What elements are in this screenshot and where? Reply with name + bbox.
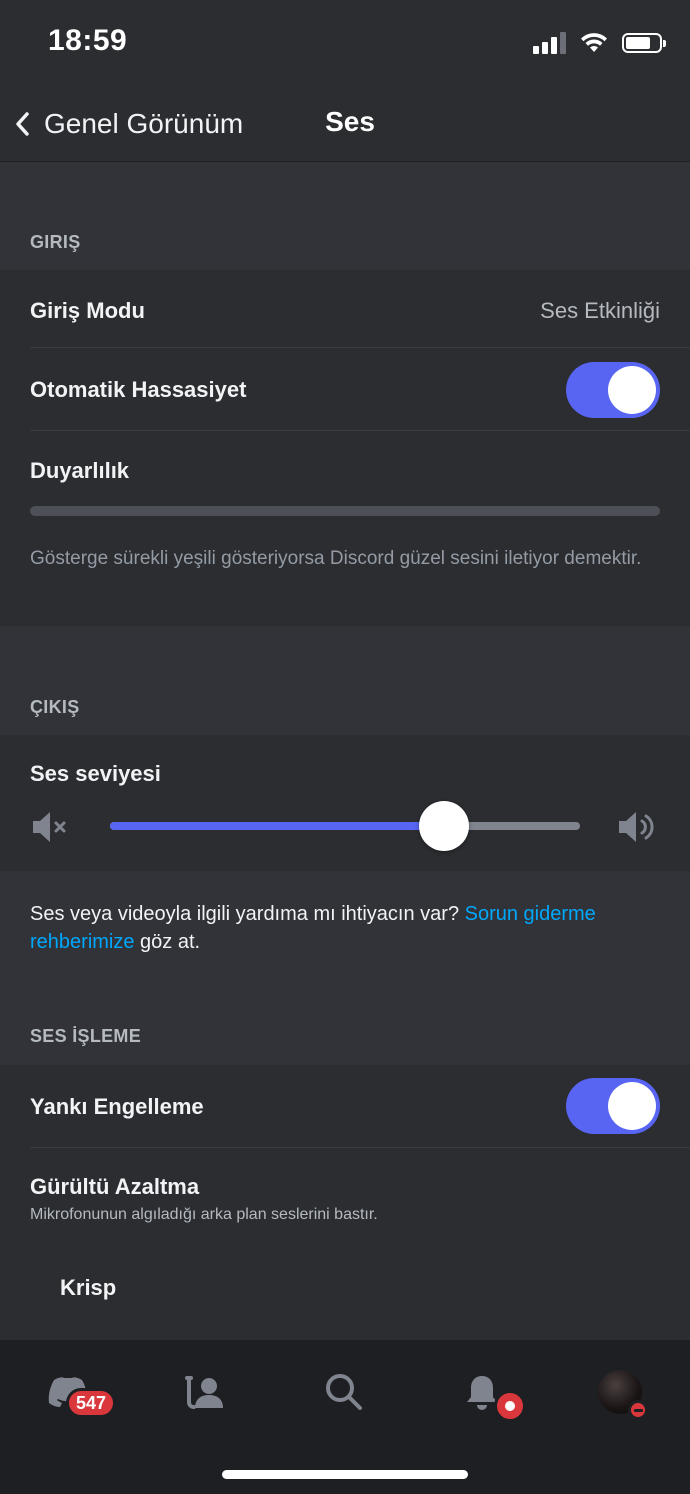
- home-indicator: [222, 1470, 468, 1479]
- sensitivity-row: Duyarlılık: [30, 458, 660, 484]
- noise-reduction-title: Gürültü Azaltma: [30, 1174, 200, 1199]
- status-icons: [533, 30, 666, 56]
- tab-profile[interactable]: [590, 1362, 650, 1422]
- battery-icon: [622, 33, 666, 53]
- friends-icon: [185, 1376, 223, 1409]
- tab-notifications[interactable]: [452, 1362, 526, 1422]
- sensitivity-meter: [30, 506, 660, 516]
- krisp-option[interactable]: Krisp: [60, 1275, 660, 1301]
- volume-slider-fill: [110, 822, 444, 830]
- page-title: Ses: [325, 106, 375, 137]
- volume-title: Ses seviyesi: [30, 761, 161, 786]
- search-icon: [326, 1374, 362, 1410]
- section-label-processing: SES İŞLEME: [30, 1026, 142, 1046]
- wifi-icon: [581, 33, 607, 52]
- tab-servers[interactable]: 547: [38, 1362, 117, 1422]
- servers-badge: 547: [66, 1388, 117, 1418]
- dnd-status-icon: [628, 1400, 648, 1420]
- notification-badge: [494, 1390, 526, 1422]
- noise-reduction-subtitle: Mikrofonunun algıladığı arka plan sesler…: [30, 1206, 378, 1223]
- help-text-after: göz at.: [134, 931, 201, 953]
- input-mode-value: Ses Etkinliği: [540, 298, 660, 323]
- section-label-output: ÇIKIŞ: [30, 697, 80, 717]
- divider: [30, 1147, 690, 1148]
- volume-slider[interactable]: [110, 801, 580, 851]
- loud-speaker-icon: [619, 812, 654, 842]
- help-text: Ses veya videoyla ilgili yardıma mı ihti…: [30, 900, 650, 956]
- volume-slider-thumb[interactable]: [418, 801, 469, 851]
- sensitivity-hint: Gösterge sürekli yeşili gösteriyorsa Dis…: [30, 548, 642, 569]
- auto-sensitivity-toggle[interactable]: [566, 362, 660, 418]
- cellular-signal-icon: [533, 32, 566, 54]
- input-mode-title: Giriş Modu: [30, 298, 145, 323]
- echo-cancellation-toggle[interactable]: [566, 1078, 660, 1134]
- echo-cancellation-title: Yankı Engelleme: [30, 1094, 204, 1119]
- auto-sensitivity-title: Otomatik Hassasiyet: [30, 377, 247, 402]
- volume-row: Ses seviyesi: [30, 761, 660, 787]
- output-card: Ses seviyesi: [0, 735, 690, 871]
- tab-search[interactable]: [314, 1362, 374, 1422]
- status-time: 18:59: [48, 24, 128, 57]
- status-bar: 18:59: [0, 0, 690, 88]
- noise-reduction-row: Gürültü Azaltma Mikrofonunun algıladığı …: [30, 1174, 660, 1224]
- krisp-option-label: Krisp: [60, 1275, 117, 1300]
- help-text-before: Ses veya videoyla ilgili yardıma mı ihti…: [30, 903, 465, 925]
- avatar: [598, 1370, 648, 1420]
- bottom-tab-bar: 547: [0, 1340, 690, 1494]
- divider: [30, 347, 690, 348]
- sensitivity-title: Duyarlılık: [30, 458, 130, 483]
- tab-friends[interactable]: [174, 1362, 234, 1422]
- mute-speaker-icon: [33, 812, 66, 842]
- divider: [30, 430, 690, 431]
- header: Genel Görünüm Ses: [0, 88, 690, 162]
- section-label-input: GIRIŞ: [30, 232, 81, 252]
- processing-card: Yankı Engelleme Gürültü Azaltma Mikrofon…: [0, 1065, 690, 1340]
